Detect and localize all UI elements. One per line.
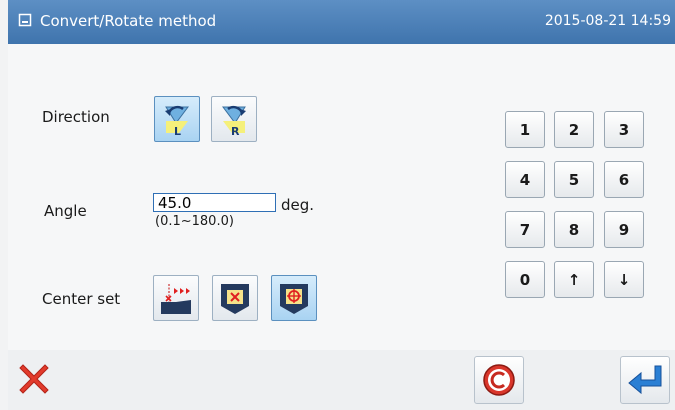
key-down[interactable]: ↓ [604,261,644,298]
bottom-bar [8,350,675,410]
rotate-right-button[interactable]: R [211,96,257,142]
rotate-left-button[interactable]: L [154,96,200,142]
center-pattern-button[interactable] [153,275,199,321]
angle-label: Angle [44,202,87,220]
title-bar: Convert/Rotate method 2015-08-21 14:59 [8,0,675,44]
center-set-label: Center set [42,290,121,308]
angle-range-hint: (0.1~180.0) [155,214,234,229]
center-x-mark-icon [221,284,249,314]
center-crosshair-button[interactable] [271,275,317,321]
angle-input[interactable] [153,193,276,212]
key-0[interactable]: 0 [505,261,545,298]
clear-button[interactable] [474,356,524,404]
window-title: Convert/Rotate method [40,12,217,30]
direction-label: Direction [42,108,110,126]
key-2[interactable]: 2 [554,111,594,148]
svg-text:L: L [174,125,181,138]
key-9[interactable]: 9 [604,211,644,248]
angle-unit: deg. [281,196,315,214]
center-x-button[interactable] [212,275,258,321]
rotate-left-icon: L [165,105,189,138]
window-icon [18,13,32,27]
key-5[interactable]: 5 [554,161,594,198]
svg-text:R: R [231,125,240,138]
center-crosshair-icon [280,284,308,314]
key-7[interactable]: 7 [505,211,545,248]
rotate-right-icon: R [222,105,246,138]
key-up[interactable]: ↑ [554,261,594,298]
key-6[interactable]: 6 [604,161,644,198]
enter-return-icon [628,365,662,395]
key-1[interactable]: 1 [505,111,545,148]
center-point-pattern-icon [161,284,191,314]
clear-c-icon [483,364,515,396]
close-x-icon [19,364,49,394]
key-4[interactable]: 4 [505,161,545,198]
cancel-button[interactable] [10,356,58,402]
key-3[interactable]: 3 [604,111,644,148]
datetime-display: 2015-08-21 14:59 [544,13,671,29]
key-8[interactable]: 8 [554,211,594,248]
enter-button[interactable] [620,356,670,404]
